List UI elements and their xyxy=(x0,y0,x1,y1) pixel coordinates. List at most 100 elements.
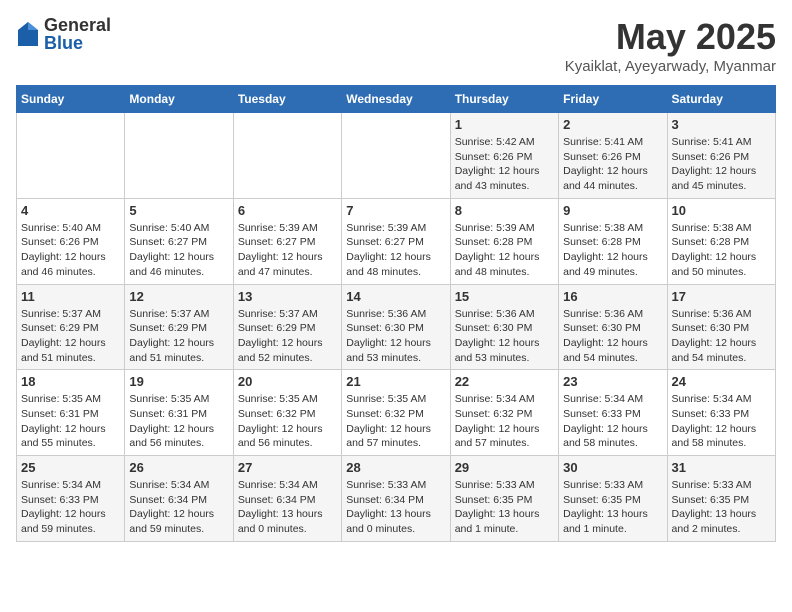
day-info: Sunrise: 5:34 AM Sunset: 6:33 PM Dayligh… xyxy=(21,478,120,537)
day-info: Sunrise: 5:34 AM Sunset: 6:34 PM Dayligh… xyxy=(238,478,337,537)
calendar-cell: 15 Sunrise: 5:36 AM Sunset: 6:30 PM Dayli… xyxy=(450,284,558,370)
day-number: 4 xyxy=(21,203,120,218)
calendar-cell: 14Sunrise: 5:36 AM Sunset: 6:30 PM Dayli… xyxy=(342,284,450,370)
day-number: 31 xyxy=(672,460,771,475)
calendar-cell: 18Sunrise: 5:35 AM Sunset: 6:31 PM Dayli… xyxy=(17,370,125,456)
day-number: 14 xyxy=(346,289,445,304)
weekday-header-sunday: Sunday xyxy=(17,86,125,113)
day-number: 12 xyxy=(129,289,228,304)
day-info: Sunrise: 5:37 AM Sunset: 6:29 PM Dayligh… xyxy=(238,307,337,366)
calendar-header: SundayMondayTuesdayWednesdayThursdayFrid… xyxy=(17,86,776,113)
calendar-cell: 10Sunrise: 5:38 AM Sunset: 6:28 PM Dayli… xyxy=(667,198,775,284)
day-number: 20 xyxy=(238,374,337,389)
day-info: Sunrise: 5:42 AM Sunset: 6:26 PM Dayligh… xyxy=(455,135,554,194)
calendar-cell: 9Sunrise: 5:38 AM Sunset: 6:28 PM Daylig… xyxy=(559,198,667,284)
calendar-cell: 19Sunrise: 5:35 AM Sunset: 6:31 PM Dayli… xyxy=(125,370,233,456)
calendar-cell: 20 Sunrise: 5:35 AM Sunset: 6:32 PM Dayli… xyxy=(233,370,341,456)
day-number: 11 xyxy=(21,289,120,304)
calendar-cell: 8Sunrise: 5:39 AM Sunset: 6:28 PM Daylig… xyxy=(450,198,558,284)
day-info: Sunrise: 5:33 AM Sunset: 6:35 PM Dayligh… xyxy=(455,478,554,537)
calendar-cell: 27 Sunrise: 5:34 AM Sunset: 6:34 PM Dayli… xyxy=(233,456,341,542)
weekday-header-monday: Monday xyxy=(125,86,233,113)
calendar-cell: 16 Sunrise: 5:36 AM Sunset: 6:30 PM Dayli… xyxy=(559,284,667,370)
day-number: 21 xyxy=(346,374,445,389)
calendar-cell: 4Sunrise: 5:40 AM Sunset: 6:26 PM Daylig… xyxy=(17,198,125,284)
day-number: 30 xyxy=(563,460,662,475)
day-info: Sunrise: 5:36 AM Sunset: 6:30 PM Dayligh… xyxy=(455,307,554,366)
calendar-cell xyxy=(17,113,125,199)
logo-blue: Blue xyxy=(44,34,111,52)
title-block: May 2025 Kyaiklat, Ayeyarwady, Myanmar xyxy=(565,16,776,75)
logo-icon xyxy=(16,20,40,48)
day-number: 19 xyxy=(129,374,228,389)
day-number: 26 xyxy=(129,460,228,475)
week-row-2: 4Sunrise: 5:40 AM Sunset: 6:26 PM Daylig… xyxy=(17,198,776,284)
weekday-header-friday: Friday xyxy=(559,86,667,113)
day-info: Sunrise: 5:39 AM Sunset: 6:28 PM Dayligh… xyxy=(455,221,554,280)
day-number: 7 xyxy=(346,203,445,218)
logo-general: General xyxy=(44,16,111,34)
day-info: Sunrise: 5:33 AM Sunset: 6:34 PM Dayligh… xyxy=(346,478,445,537)
calendar-table: SundayMondayTuesdayWednesdayThursdayFrid… xyxy=(16,85,776,542)
calendar-cell: 1 Sunrise: 5:42 AM Sunset: 6:26 PM Daylig… xyxy=(450,113,558,199)
calendar-cell: 17 Sunrise: 5:36 AM Sunset: 6:30 PM Dayli… xyxy=(667,284,775,370)
day-number: 1 xyxy=(455,117,554,132)
day-info: Sunrise: 5:34 AM Sunset: 6:33 PM Dayligh… xyxy=(672,392,771,451)
day-info: Sunrise: 5:37 AM Sunset: 6:29 PM Dayligh… xyxy=(21,307,120,366)
calendar-cell: 12 Sunrise: 5:37 AM Sunset: 6:29 PM Dayli… xyxy=(125,284,233,370)
calendar-cell: 24Sunrise: 5:34 AM Sunset: 6:33 PM Dayli… xyxy=(667,370,775,456)
day-number: 29 xyxy=(455,460,554,475)
day-info: Sunrise: 5:38 AM Sunset: 6:28 PM Dayligh… xyxy=(563,221,662,280)
day-info: Sunrise: 5:35 AM Sunset: 6:32 PM Dayligh… xyxy=(346,392,445,451)
calendar-cell xyxy=(125,113,233,199)
calendar-cell xyxy=(342,113,450,199)
day-info: Sunrise: 5:33 AM Sunset: 6:35 PM Dayligh… xyxy=(672,478,771,537)
day-number: 23 xyxy=(563,374,662,389)
day-info: Sunrise: 5:34 AM Sunset: 6:34 PM Dayligh… xyxy=(129,478,228,537)
calendar-cell: 7 Sunrise: 5:39 AM Sunset: 6:27 PM Daylig… xyxy=(342,198,450,284)
day-info: Sunrise: 5:38 AM Sunset: 6:28 PM Dayligh… xyxy=(672,221,771,280)
day-number: 15 xyxy=(455,289,554,304)
weekday-header-wednesday: Wednesday xyxy=(342,86,450,113)
day-info: Sunrise: 5:35 AM Sunset: 6:31 PM Dayligh… xyxy=(21,392,120,451)
day-info: Sunrise: 5:35 AM Sunset: 6:32 PM Dayligh… xyxy=(238,392,337,451)
day-info: Sunrise: 5:41 AM Sunset: 6:26 PM Dayligh… xyxy=(672,135,771,194)
day-number: 17 xyxy=(672,289,771,304)
day-info: Sunrise: 5:34 AM Sunset: 6:32 PM Dayligh… xyxy=(455,392,554,451)
logo: General Blue xyxy=(16,16,111,52)
day-number: 28 xyxy=(346,460,445,475)
week-row-1: 1 Sunrise: 5:42 AM Sunset: 6:26 PM Daylig… xyxy=(17,113,776,199)
day-info: Sunrise: 5:36 AM Sunset: 6:30 PM Dayligh… xyxy=(672,307,771,366)
day-number: 6 xyxy=(238,203,337,218)
day-info: Sunrise: 5:37 AM Sunset: 6:29 PM Dayligh… xyxy=(129,307,228,366)
calendar-cell: 5Sunrise: 5:40 AM Sunset: 6:27 PM Daylig… xyxy=(125,198,233,284)
page-header: General Blue May 2025 Kyaiklat, Ayeyarwa… xyxy=(16,16,776,75)
day-info: Sunrise: 5:41 AM Sunset: 6:26 PM Dayligh… xyxy=(563,135,662,194)
day-number: 3 xyxy=(672,117,771,132)
calendar-cell: 28 Sunrise: 5:33 AM Sunset: 6:34 PM Dayli… xyxy=(342,456,450,542)
week-row-5: 25Sunrise: 5:34 AM Sunset: 6:33 PM Dayli… xyxy=(17,456,776,542)
weekday-header-thursday: Thursday xyxy=(450,86,558,113)
calendar-cell: 22Sunrise: 5:34 AM Sunset: 6:32 PM Dayli… xyxy=(450,370,558,456)
day-info: Sunrise: 5:39 AM Sunset: 6:27 PM Dayligh… xyxy=(238,221,337,280)
calendar-body: 1 Sunrise: 5:42 AM Sunset: 6:26 PM Daylig… xyxy=(17,113,776,542)
calendar-cell: 2Sunrise: 5:41 AM Sunset: 6:26 PM Daylig… xyxy=(559,113,667,199)
calendar-cell: 11 Sunrise: 5:37 AM Sunset: 6:29 PM Dayli… xyxy=(17,284,125,370)
calendar-cell: 26 Sunrise: 5:34 AM Sunset: 6:34 PM Dayli… xyxy=(125,456,233,542)
day-number: 16 xyxy=(563,289,662,304)
calendar-cell: 21 Sunrise: 5:35 AM Sunset: 6:32 PM Dayli… xyxy=(342,370,450,456)
calendar-cell: 6 Sunrise: 5:39 AM Sunset: 6:27 PM Daylig… xyxy=(233,198,341,284)
month-year-title: May 2025 xyxy=(565,16,776,58)
week-row-4: 18Sunrise: 5:35 AM Sunset: 6:31 PM Dayli… xyxy=(17,370,776,456)
day-info: Sunrise: 5:39 AM Sunset: 6:27 PM Dayligh… xyxy=(346,221,445,280)
weekday-header-row: SundayMondayTuesdayWednesdayThursdayFrid… xyxy=(17,86,776,113)
day-info: Sunrise: 5:34 AM Sunset: 6:33 PM Dayligh… xyxy=(563,392,662,451)
week-row-3: 11 Sunrise: 5:37 AM Sunset: 6:29 PM Dayli… xyxy=(17,284,776,370)
calendar-cell: 13Sunrise: 5:37 AM Sunset: 6:29 PM Dayli… xyxy=(233,284,341,370)
calendar-cell: 23 Sunrise: 5:34 AM Sunset: 6:33 PM Dayli… xyxy=(559,370,667,456)
calendar-cell xyxy=(233,113,341,199)
location-subtitle: Kyaiklat, Ayeyarwady, Myanmar xyxy=(565,58,776,75)
calendar-cell: 25Sunrise: 5:34 AM Sunset: 6:33 PM Dayli… xyxy=(17,456,125,542)
day-number: 27 xyxy=(238,460,337,475)
day-info: Sunrise: 5:36 AM Sunset: 6:30 PM Dayligh… xyxy=(563,307,662,366)
